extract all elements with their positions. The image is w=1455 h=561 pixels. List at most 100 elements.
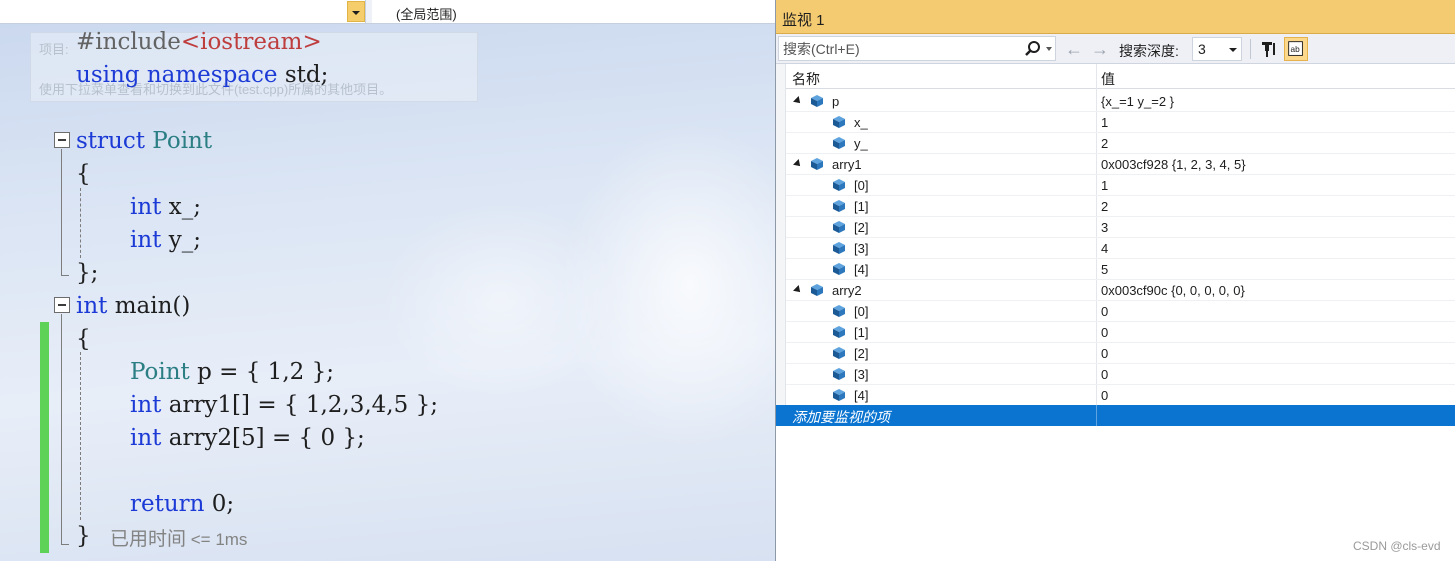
search-box	[778, 36, 1056, 61]
watch-row-value[interactable]: 0	[1101, 388, 1108, 403]
collapse-main-icon[interactable]	[54, 297, 70, 313]
code-line-arry2[interactable]: int arry2[5] = { 0 };	[130, 422, 365, 454]
watch-row[interactable]: [4] 0	[786, 385, 1455, 406]
watch-row[interactable]: [3] 4	[786, 238, 1455, 259]
expand-triangle-icon[interactable]	[793, 159, 803, 169]
hex-display-icon[interactable]: ab	[1284, 37, 1308, 61]
search-icon[interactable]	[1023, 39, 1043, 59]
watch-row[interactable]: arry1 0x003cf928 {1, 2, 3, 4, 5}	[786, 154, 1455, 175]
search-depth-label: 搜索深度:	[1119, 43, 1179, 59]
expand-triangle-icon[interactable]	[793, 285, 803, 295]
code-line-brace[interactable]: {	[76, 158, 91, 190]
code-line-y-member[interactable]: int y_;	[130, 224, 201, 256]
code-line-using[interactable]: using namespace std;	[76, 59, 328, 91]
watch-row-name: [0]	[854, 304, 869, 319]
code-line-arry1[interactable]: int arry1[] = { 1,2,3,4,5 };	[130, 389, 438, 421]
watch-row-value[interactable]: 5	[1101, 262, 1108, 277]
field-cube-icon	[833, 221, 845, 233]
watch-row-value[interactable]: 0x003cf928 {1, 2, 3, 4, 5}	[1101, 157, 1246, 172]
keyword: int	[130, 425, 162, 451]
watch-row-value[interactable]: 2	[1101, 136, 1108, 151]
code-line-main-close[interactable]: }	[76, 520, 91, 552]
watch-row-name: y_	[854, 136, 868, 151]
pin-filter-icon[interactable]	[1257, 37, 1281, 61]
code-line-x-member[interactable]: int x_;	[130, 191, 201, 223]
code-text: }	[76, 523, 91, 549]
watch-row-name: arry2	[832, 283, 862, 298]
watch-row[interactable]: p {x_=1 y_=2 }	[786, 91, 1455, 112]
watch-row[interactable]: [1] 0	[786, 322, 1455, 343]
watch-row-value[interactable]: 2	[1101, 199, 1108, 214]
field-cube-icon	[811, 284, 823, 296]
watch-row-value[interactable]: 0	[1101, 325, 1108, 340]
watch-row[interactable]: [2] 3	[786, 217, 1455, 238]
navigation-bar: (全局范围)	[0, 0, 775, 24]
type-name: Point	[130, 359, 190, 385]
keyword: int	[130, 392, 162, 418]
preprocessor-directive: #include	[76, 29, 181, 55]
back-arrow-icon[interactable]: ←	[1063, 39, 1085, 59]
watch-row[interactable]: [0] 1	[786, 175, 1455, 196]
background-glow	[380, 200, 620, 400]
project-dropdown[interactable]	[0, 0, 366, 23]
code-line-include[interactable]: #include<iostream>	[76, 26, 322, 58]
add-watch-item-label: 添加要监视的项	[792, 409, 890, 425]
indent-guide	[80, 352, 81, 520]
watch-row-value[interactable]: 1	[1101, 178, 1108, 193]
code-line-main[interactable]: int main()	[76, 290, 190, 322]
watch-row[interactable]: [3] 0	[786, 364, 1455, 385]
collapse-struct-icon[interactable]	[54, 132, 70, 148]
search-input[interactable]	[779, 37, 1019, 60]
code-text: {	[76, 326, 91, 352]
perf-tip[interactable]: 已用时间 <= 1ms	[110, 524, 247, 551]
watch-row[interactable]: y_ 2	[786, 133, 1455, 154]
field-cube-icon	[811, 158, 823, 170]
code-line-point-p[interactable]: Point p = { 1,2 };	[130, 356, 334, 388]
watch-row[interactable]: [1] 2	[786, 196, 1455, 217]
include-header: <iostream>	[180, 29, 322, 55]
code-editor[interactable]: (全局范围) 项目: 使用下拉菜单查看和切换到此文件(test.cpp)所属的其…	[0, 0, 775, 561]
code-text: p = { 1,2 };	[189, 359, 334, 385]
watch-row-name: [3]	[854, 241, 869, 256]
perf-tip-value: <= 1ms	[186, 530, 248, 549]
project-dropdown-button[interactable]	[347, 1, 365, 22]
keyword: struct	[76, 128, 145, 154]
change-tracking-bar	[40, 322, 49, 553]
watch-row-value[interactable]: 0x003cf90c {0, 0, 0, 0, 0}	[1101, 283, 1245, 298]
code-line-return[interactable]: return 0;	[130, 488, 234, 520]
watch-row-name: [2]	[854, 346, 869, 361]
watch-row-name: [2]	[854, 220, 869, 235]
code-text: std;	[277, 62, 329, 88]
column-header-name[interactable]: 名称	[792, 69, 820, 89]
watch-row-value[interactable]: 1	[1101, 115, 1108, 130]
code-text: {	[76, 161, 91, 187]
scope-dropdown[interactable]: (全局范围)	[372, 0, 775, 23]
keyword: int	[130, 227, 162, 253]
code-line-main-open[interactable]: {	[76, 323, 91, 355]
watch-title-bar[interactable]: 监视 1	[776, 0, 1455, 34]
chevron-down-icon	[352, 11, 360, 15]
column-header-value[interactable]: 值	[1101, 69, 1115, 89]
watch-row[interactable]: [4] 5	[786, 259, 1455, 280]
code-line-struct-end[interactable]: };	[76, 257, 98, 289]
add-watch-item-row[interactable]: 添加要监视的项	[776, 405, 1455, 426]
watch-row[interactable]: x_ 1	[786, 112, 1455, 133]
watch-row[interactable]: [2] 0	[786, 343, 1455, 364]
watch-row[interactable]: arry2 0x003cf90c {0, 0, 0, 0, 0}	[786, 280, 1455, 301]
chevron-down-icon[interactable]	[1046, 47, 1052, 51]
code-line-struct[interactable]: struct Point	[76, 125, 212, 157]
watch-row-value[interactable]: 3	[1101, 220, 1108, 235]
watch-row[interactable]: [0] 0	[786, 301, 1455, 322]
fold-region-line	[61, 314, 62, 544]
search-depth-select[interactable]: 3	[1192, 37, 1242, 61]
watch-row-value[interactable]: 0	[1101, 346, 1108, 361]
search-depth-value: 3	[1198, 41, 1206, 57]
keyword: namespace	[146, 62, 278, 88]
watch-row-value[interactable]: 0	[1101, 304, 1108, 319]
keyword: int	[76, 293, 108, 319]
forward-arrow-icon[interactable]: →	[1089, 39, 1111, 59]
watch-row-value[interactable]: 0	[1101, 367, 1108, 382]
expand-triangle-icon[interactable]	[793, 96, 803, 106]
watch-row-value[interactable]: {x_=1 y_=2 }	[1101, 94, 1174, 109]
watch-row-value[interactable]: 4	[1101, 241, 1108, 256]
